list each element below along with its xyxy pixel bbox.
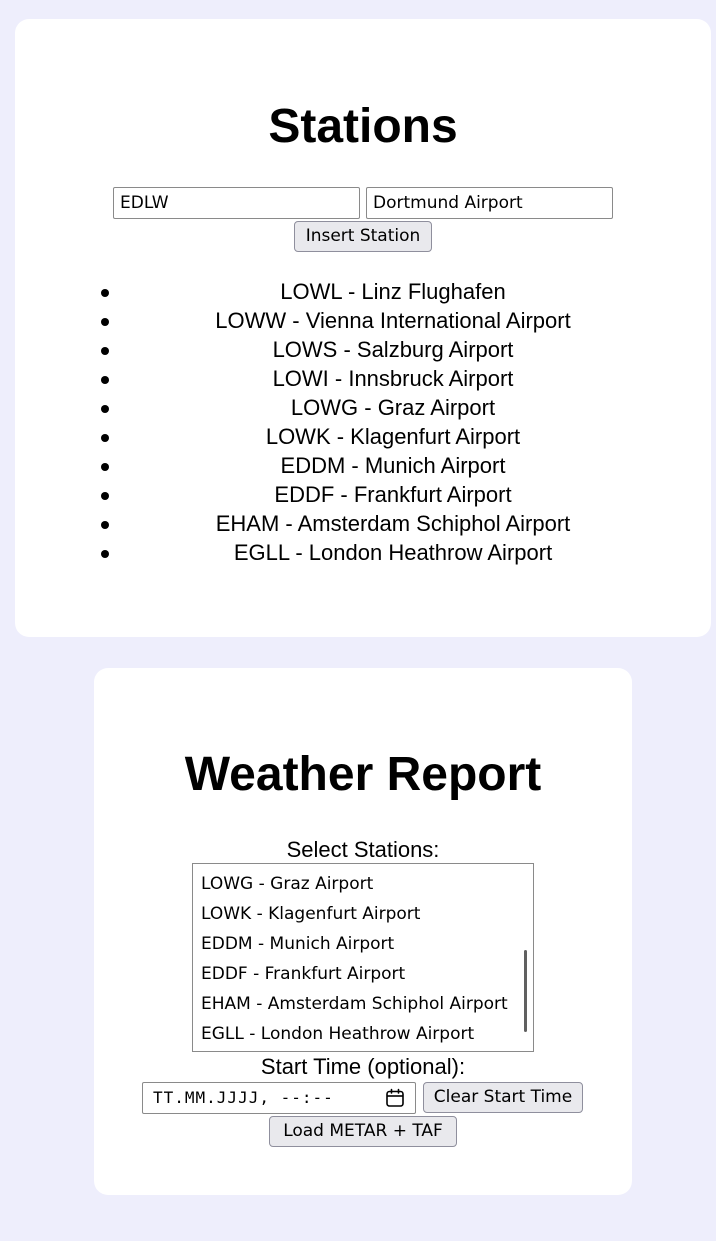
calendar-icon[interactable] [385, 1088, 405, 1108]
load-metar-taf-button[interactable]: Load METAR + TAF [269, 1116, 457, 1147]
bullet-icon [101, 492, 109, 500]
bullet-icon [101, 434, 109, 442]
clear-start-time-button[interactable]: Clear Start Time [423, 1082, 583, 1113]
station-list-item-label: EDDM - Munich Airport [280, 453, 506, 478]
station-list-item-label: LOWL - Linz Flughafen [280, 279, 506, 304]
station-list: LOWL - Linz Flughafen LOWW - Vienna Inter… [15, 277, 711, 567]
station-name-input[interactable]: Dortmund Airport [366, 187, 613, 219]
station-option[interactable]: EHAM - Amsterdam Schiphol Airport [193, 989, 533, 1019]
select-scrollbar[interactable] [524, 950, 527, 1032]
station-option[interactable]: EDDM - Munich Airport [193, 929, 533, 959]
station-list-item: LOWG - Graz Airport [15, 393, 711, 422]
station-list-item: EDDF - Frankfurt Airport [15, 480, 711, 509]
weather-report-title: Weather Report [184, 748, 542, 801]
bullet-icon [101, 376, 109, 384]
station-list-item-label: EHAM - Amsterdam Schiphol Airport [215, 511, 571, 536]
station-list-item-label: LOWW - Vienna International Airport [215, 308, 571, 333]
station-list-item: LOWK - Klagenfurt Airport [15, 422, 711, 451]
insert-station-button[interactable]: Insert Station [294, 221, 432, 252]
station-option[interactable]: LOWG - Graz Airport [193, 869, 533, 899]
station-list-item: LOWS - Salzburg Airport [15, 335, 711, 364]
station-list-item-label: LOWG - Graz Airport [290, 395, 496, 420]
bullet-icon [101, 405, 109, 413]
station-list-item-label: LOWI - Innsbruck Airport [272, 366, 514, 391]
station-list-item: EHAM - Amsterdam Schiphol Airport [15, 509, 711, 538]
station-option[interactable]: EDDF - Frankfurt Airport [193, 959, 533, 989]
station-list-item-label: EDDF - Frankfurt Airport [274, 482, 512, 507]
station-option[interactable]: EGLL - London Heathrow Airport [193, 1019, 533, 1049]
weather-report-panel: Weather Report Select Stations: LOWG - G… [94, 668, 632, 1195]
bullet-icon [101, 289, 109, 297]
station-options: LOWG - Graz Airport LOWK - Klagenfurt Air… [193, 869, 533, 1049]
station-list-item: LOWI - Innsbruck Airport [15, 364, 711, 393]
station-list-item: LOWW - Vienna International Airport [15, 306, 711, 335]
station-list-item-label: LOWK - Klagenfurt Airport [265, 424, 521, 449]
stations-title: Stations [268, 100, 458, 153]
start-time-input[interactable]: TT.MM.JJJJ, --:-- [142, 1082, 416, 1114]
bullet-icon [101, 521, 109, 529]
bullet-icon [101, 318, 109, 326]
station-list-item-label: EGLL - London Heathrow Airport [233, 540, 553, 565]
bullet-icon [101, 463, 109, 471]
station-option[interactable]: LOWK - Klagenfurt Airport [193, 899, 533, 929]
station-list-item-label: LOWS - Salzburg Airport [272, 337, 514, 362]
station-code-input[interactable]: EDLW [113, 187, 360, 219]
select-stations-label: Select Stations: [286, 837, 440, 862]
bullet-icon [101, 550, 109, 558]
start-time-placeholder: TT.MM.JJJJ, --:-- [153, 1088, 334, 1107]
station-list-item: EDDM - Munich Airport [15, 451, 711, 480]
station-multiselect[interactable]: LOWG - Graz Airport LOWK - Klagenfurt Air… [192, 863, 534, 1052]
station-list-item: LOWL - Linz Flughafen [15, 277, 711, 306]
station-list-item: EGLL - London Heathrow Airport [15, 538, 711, 567]
start-time-label: Start Time (optional): [260, 1054, 466, 1079]
stations-panel: Stations EDLW Dortmund Airport Insert St… [15, 19, 711, 637]
bullet-icon [101, 347, 109, 355]
